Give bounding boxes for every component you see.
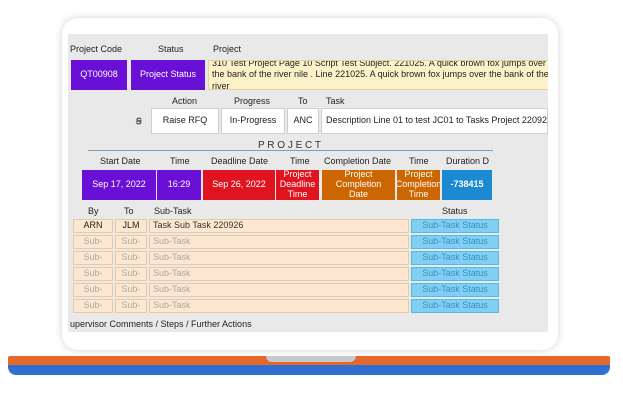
deadline-date-label: Deadline Date xyxy=(211,156,269,166)
subtask-field[interactable]: Task Sub Task 220926 xyxy=(149,219,409,233)
deadline-date-field[interactable]: Sep 26, 2022 xyxy=(203,170,275,200)
project-section-title: P R O J E C T xyxy=(258,140,321,151)
to-label: To xyxy=(298,96,308,106)
project-label: Project xyxy=(213,44,242,54)
subtask-to-field[interactable]: Sub- xyxy=(115,251,147,265)
subtask-to-field[interactable]: Sub- xyxy=(115,235,147,249)
task-to-field[interactable]: ANC xyxy=(287,108,319,134)
subtask-to-field[interactable]: Sub- xyxy=(115,299,147,313)
app-screen: Project Code Status Project QT00908 Proj… xyxy=(68,34,548,332)
subtask-status-button[interactable]: Sub-Task Status xyxy=(411,235,499,249)
task-label: Task xyxy=(326,96,345,106)
start-date-field[interactable]: Sep 17, 2022 xyxy=(82,170,156,200)
status-label: Status xyxy=(158,44,184,54)
subtask-by-field[interactable]: Sub- xyxy=(73,235,113,249)
subtask-status-button[interactable]: Sub-Task Status xyxy=(411,267,499,281)
subtask-to-label: To xyxy=(124,206,134,216)
subtask-by-field[interactable]: Sub- xyxy=(73,267,113,281)
subtask-to-field[interactable]: Sub- xyxy=(115,283,147,297)
supervisor-comments-label: upervisor Comments / Steps / Further Act… xyxy=(70,319,252,329)
subtask-by-field[interactable]: ARN xyxy=(73,219,113,233)
task-action-button[interactable]: Raise RFQ xyxy=(151,108,219,134)
subtask-field[interactable]: Sub-Task xyxy=(149,267,409,281)
project-code-field[interactable]: QT00908 xyxy=(71,60,127,90)
subtask-by-label: By xyxy=(88,206,99,216)
subtask-field[interactable]: Sub-Task xyxy=(149,283,409,297)
laptop-base-bottom xyxy=(8,365,610,375)
subtask-by-field[interactable]: Sub- xyxy=(73,251,113,265)
start-time-field[interactable]: 16:29 xyxy=(157,170,201,200)
subtask-to-field[interactable]: JLM xyxy=(115,219,147,233)
subtask-field[interactable]: Sub-Task xyxy=(149,235,409,249)
task-link-icon[interactable]: ꞩ xyxy=(136,114,142,127)
project-status-button[interactable]: Project Status xyxy=(131,60,205,90)
subtask-status-button[interactable]: Sub-Task Status xyxy=(411,251,499,265)
subtask-status-button[interactable]: Sub-Task Status xyxy=(411,219,499,233)
deadline-time-field[interactable]: Project Deadline Time xyxy=(276,170,319,200)
subtask-field[interactable]: Sub-Task xyxy=(149,299,409,313)
completion-date-field[interactable]: Project Completion Date xyxy=(322,170,395,200)
progress-label: Progress xyxy=(234,96,271,106)
subtask-by-field[interactable]: Sub- xyxy=(73,299,113,313)
laptop-notch xyxy=(266,356,356,362)
deadline-time-label: Time xyxy=(290,156,310,166)
subtask-status-button[interactable]: Sub-Task Status xyxy=(411,283,499,297)
duration-label: Duration D xyxy=(446,156,490,166)
project-code-label: Project Code xyxy=(70,44,123,54)
subtask-to-field[interactable]: Sub- xyxy=(115,267,147,281)
action-label: Action xyxy=(172,96,198,106)
completion-time-field[interactable]: Project Completion Time xyxy=(397,170,440,200)
duration-field[interactable]: -738415 xyxy=(442,170,492,200)
subtask-by-field[interactable]: Sub- xyxy=(73,283,113,297)
project-description-field[interactable]: 310 Test Project Page 10 Script Test Sub… xyxy=(208,60,548,90)
subtask-status-label: Status xyxy=(442,206,468,216)
completion-time-label: Time xyxy=(409,156,429,166)
start-date-label: Start Date xyxy=(100,156,141,166)
subtask-status-button[interactable]: Sub-Task Status xyxy=(411,299,499,313)
start-time-label: Time xyxy=(170,156,190,166)
task-progress-field[interactable]: In-Progress xyxy=(221,108,285,134)
subtask-field[interactable]: Sub-Task xyxy=(149,251,409,265)
subtask-label: Sub-Task xyxy=(154,206,192,216)
task-description-field[interactable]: Description Line 01 to test JC01 to Task… xyxy=(321,108,548,134)
completion-date-label: Completion Date xyxy=(324,156,392,166)
